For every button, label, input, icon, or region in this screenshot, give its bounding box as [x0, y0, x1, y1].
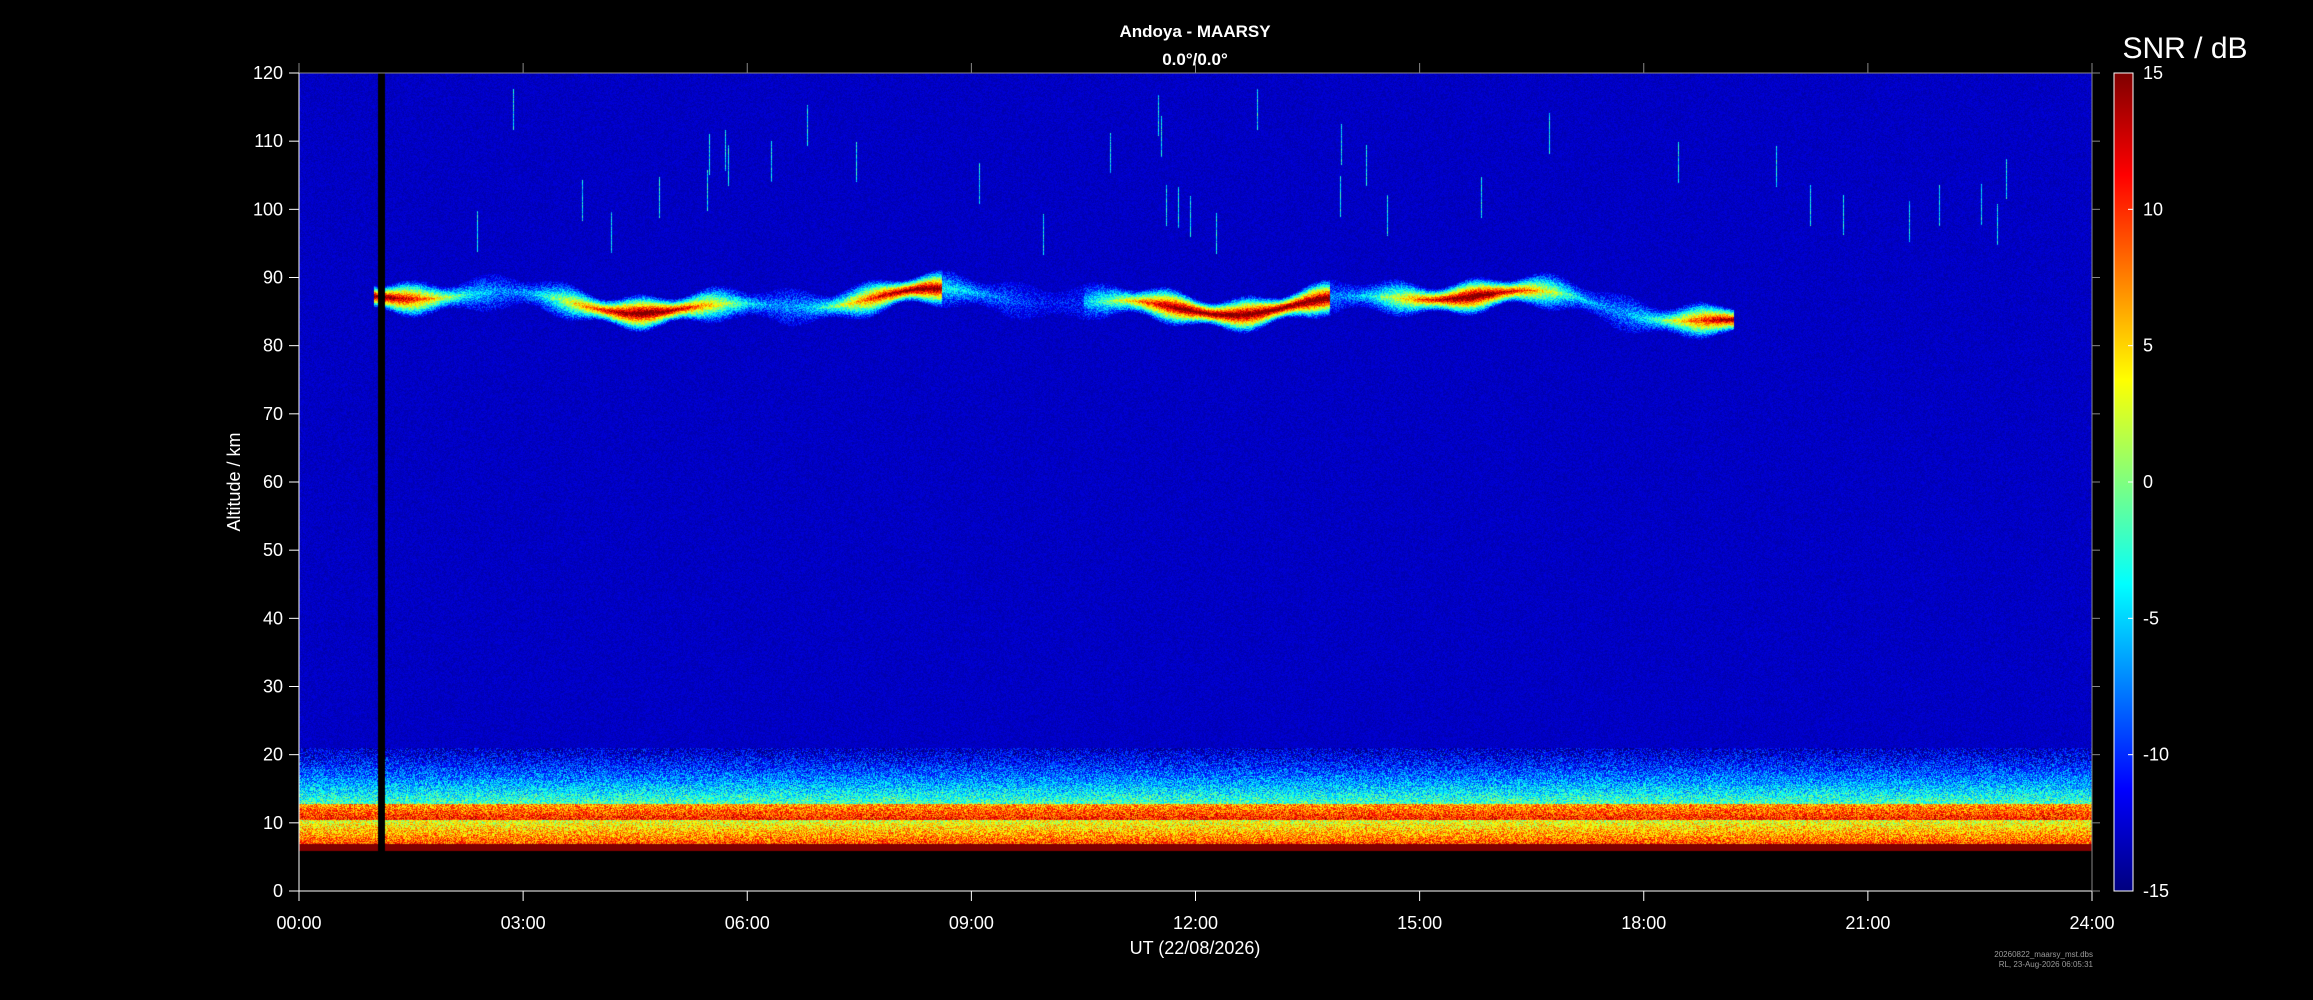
x-tick-label: 18:00: [1621, 913, 1666, 933]
x-tick-label: 24:00: [2069, 913, 2114, 933]
chart-title: Andoya - MAARSY: [1119, 22, 1271, 41]
x-tick-label: 00:00: [276, 913, 321, 933]
colorbar-tick-label: -15: [2143, 881, 2169, 901]
y-tick-label: 40: [263, 608, 283, 628]
x-tick-label: 09:00: [949, 913, 994, 933]
y-tick-label: 120: [253, 63, 283, 83]
colorbar-tick-label: -10: [2143, 745, 2169, 765]
colorbar-tick-label: 0: [2143, 472, 2153, 492]
footer-filename: 20260822_maarsy_mst.dbs: [1994, 950, 2093, 959]
colorbar: 15 10 5 0 -5 -10 -15 SNR / dB: [2113, 32, 2248, 901]
plot-area: [299, 73, 2092, 891]
x-tick-label: 03:00: [501, 913, 546, 933]
x-tick-label: 21:00: [1845, 913, 1890, 933]
chart: Andoya - MAARSY 0.0°/0.0° 00:00 03:00 06:0…: [224, 22, 2248, 969]
y-tick-label: 30: [263, 677, 283, 697]
colorbar-tick-label: 15: [2143, 63, 2163, 83]
snr-heatmap: [299, 73, 2092, 891]
footer-timestamp: RL, 23-Aug-2026 06:05:31: [1999, 960, 2094, 969]
y-tick-label: 50: [263, 540, 283, 560]
y-tick-label: 10: [263, 813, 283, 833]
x-tick-label: 15:00: [1397, 913, 1442, 933]
y-tick-label: 100: [253, 199, 283, 219]
colorbar-tick-label: 5: [2143, 336, 2153, 356]
x-tick-label: 12:00: [1173, 913, 1218, 933]
y-axis-label: Altitude / km: [224, 432, 244, 531]
y-tick-label: 90: [263, 268, 283, 288]
colorbar-label: SNR / dB: [2122, 32, 2247, 65]
colorbar-tick-label: -5: [2143, 608, 2159, 628]
y-tick-label: 60: [263, 472, 283, 492]
x-axis-label: UT (22/08/2026): [1130, 938, 1261, 958]
y-tick-label: 80: [263, 336, 283, 356]
y-tick-label: 110: [254, 131, 283, 151]
colorbar-tick-label: 10: [2143, 199, 2163, 219]
x-tick-label: 06:00: [725, 913, 770, 933]
colorbar-ticks: 15 10 5 0 -5 -10 -15: [2128, 63, 2169, 901]
y-tick-label: 70: [263, 404, 283, 424]
y-tick-label: 20: [263, 745, 283, 765]
y-tick-label: 0: [273, 881, 283, 901]
